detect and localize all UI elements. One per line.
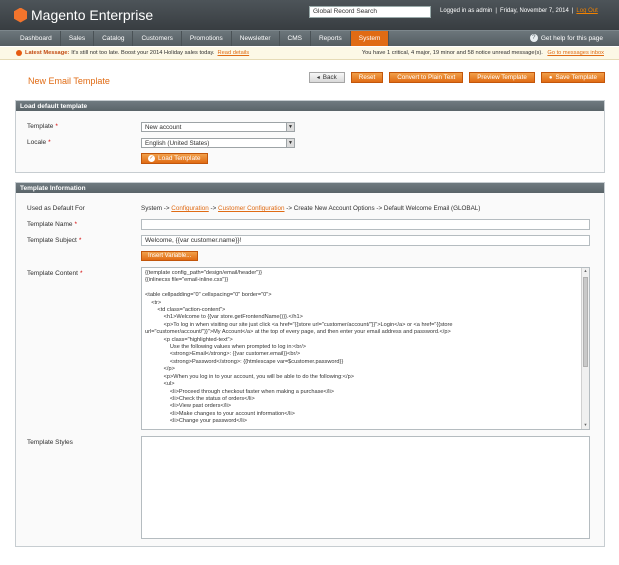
code-line: {{inlinecss file="email-inline.css"}} <box>145 277 229 284</box>
template-name-label: Template Name * <box>27 221 78 228</box>
code-line: <li>Change your password</li> <box>145 418 247 425</box>
code-line: <ul> <box>145 381 175 388</box>
preview-template-button[interactable]: Preview Template <box>469 72 535 83</box>
code-line: <strong>Password</strong>: {{htmlescape … <box>145 358 344 365</box>
edition-name: Enterprise <box>89 7 154 23</box>
code-line: <p>To log in when visiting our site just… <box>145 321 453 328</box>
template-content-label: Template Content * <box>27 270 83 277</box>
nav-system[interactable]: System <box>350 31 390 46</box>
chevron-down-icon: ▼ <box>286 123 294 131</box>
template-select[interactable]: New account ▼ <box>141 122 295 132</box>
code-line: <li>Check the status of orders</li> <box>145 395 255 402</box>
used-as-default-value: System -> Configuration -> Customer Conf… <box>141 205 481 212</box>
check-icon: ✓ <box>148 155 155 162</box>
messages-inbox-link[interactable]: Go to messages inbox <box>547 50 604 56</box>
code-line: <tr> <box>145 299 162 306</box>
top-links: Logged in as admin | Friday, November 7, 2… <box>440 8 598 14</box>
locale-select[interactable]: English (United States) ▼ <box>141 138 295 148</box>
code-line: Use the following values when prompted t… <box>145 344 307 351</box>
page-title: New Email Template <box>28 76 110 86</box>
unread-messages-text: You have 1 critical, 4 major, 19 minor a… <box>361 50 543 56</box>
logout-link[interactable]: Log Out <box>576 8 597 14</box>
template-content-code: {{template config_path="design/email/hea… <box>142 268 589 428</box>
nav-sales[interactable]: Sales <box>61 31 95 46</box>
template-subject-field[interactable]: Welcome, {{var customer.name}}! <box>141 235 590 246</box>
main-nav: Dashboard Sales Catalog Customers Promot… <box>0 30 619 46</box>
page-actions: ◂ Back Reset Convert to Plain Text Previe… <box>308 72 605 83</box>
back-button[interactable]: ◂ Back <box>308 72 345 83</box>
insert-variable-button[interactable]: Insert Variable... <box>141 251 199 261</box>
code-line: <p>When you log in to your account, you … <box>145 373 354 380</box>
back-arrow-icon: ◂ <box>316 75 320 81</box>
code-line: {{template config_path="design/email/hea… <box>145 270 263 276</box>
header: Magento Enterprise Global Record Search … <box>0 0 619 30</box>
code-line: <li>Proceed through checkout faster when… <box>145 388 335 395</box>
code-line: </p> <box>145 366 175 373</box>
help-icon: ? <box>529 34 538 42</box>
scroll-up-icon[interactable]: ▲ <box>582 268 589 275</box>
brand-name: Magento <box>31 7 86 23</box>
warning-icon <box>16 50 22 56</box>
logged-in-text: Logged in as admin <box>440 8 493 14</box>
message-text: It's still not too late. Boost your 2014… <box>71 50 215 56</box>
template-info-section: Template Information Used as Default For… <box>15 182 605 547</box>
save-icon: ● <box>548 74 553 81</box>
section-title: Load default template <box>16 101 604 111</box>
customer-configuration-link[interactable]: Customer Configuration <box>218 205 285 212</box>
code-line: url="customer/account/"}}">My Account</a… <box>145 329 451 336</box>
template-styles-textarea[interactable] <box>141 436 590 539</box>
nav-cms[interactable]: CMS <box>280 31 311 46</box>
configuration-link[interactable]: Configuration <box>171 205 208 212</box>
save-template-button[interactable]: ● Save Template <box>540 72 605 83</box>
code-line: <li>Make changes to your account informa… <box>145 410 295 417</box>
textarea-scrollbar[interactable]: ▲ ▼ <box>581 268 589 429</box>
message-label: Latest Message: <box>25 50 70 56</box>
code-line: <h1>Welcome to {{var store.getFrontendNa… <box>145 314 303 321</box>
used-as-default-label: Used as Default For <box>27 205 85 212</box>
global-search-input[interactable]: Global Record Search <box>309 6 431 18</box>
code-line: <p class="highlighted-text"> <box>145 336 233 343</box>
code-line: <strong>Email</strong>: {{var customer.e… <box>145 351 301 358</box>
convert-plain-text-button[interactable]: Convert to Plain Text <box>389 72 464 83</box>
latest-message: Latest Message: It's still not too late.… <box>16 50 249 56</box>
help-label: Get help for this page <box>540 34 603 42</box>
magento-logo[interactable]: Magento Enterprise <box>14 7 153 23</box>
nav-catalog[interactable]: Catalog <box>94 31 134 46</box>
read-details-link[interactable]: Read details <box>218 50 250 56</box>
locale-label: Locale * <box>27 139 51 146</box>
message-bar: Latest Message: It's still not too late.… <box>0 47 619 60</box>
template-name-field[interactable] <box>141 219 590 230</box>
current-date: Friday, November 7, 2014 <box>499 8 569 14</box>
nav-reports[interactable]: Reports <box>311 31 351 46</box>
load-template-button[interactable]: ✓ Load Template <box>141 153 208 164</box>
template-styles-label: Template Styles <box>27 439 73 446</box>
template-subject-label: Template Subject * <box>27 237 82 244</box>
unread-messages: You have 1 critical, 4 major, 19 minor a… <box>362 50 604 56</box>
nav-customers[interactable]: Customers <box>133 31 182 46</box>
load-template-section: Load default template Template * New acco… <box>15 100 605 173</box>
nav-promotions[interactable]: Promotions <box>182 31 232 46</box>
nav-newsletter[interactable]: Newsletter <box>232 31 280 46</box>
help-link[interactable]: ? Get help for this page <box>529 34 603 42</box>
section-title: Template Information <box>16 183 604 193</box>
scroll-thumb[interactable] <box>583 277 588 367</box>
code-line: <table cellpadding="0" cellspacing="0" b… <box>145 292 272 299</box>
nav-dashboard[interactable]: Dashboard <box>12 31 61 46</box>
template-label: Template * <box>27 123 58 130</box>
reset-button[interactable]: Reset <box>350 72 384 83</box>
scroll-down-icon[interactable]: ▼ <box>582 422 589 429</box>
magento-logo-icon <box>14 7 27 23</box>
code-line: <li>View past orders</li> <box>145 403 232 410</box>
template-content-textarea[interactable]: {{template config_path="design/email/hea… <box>141 267 590 430</box>
chevron-down-icon: ▼ <box>286 139 294 147</box>
code-line: <td class="action-content"> <box>145 307 226 314</box>
